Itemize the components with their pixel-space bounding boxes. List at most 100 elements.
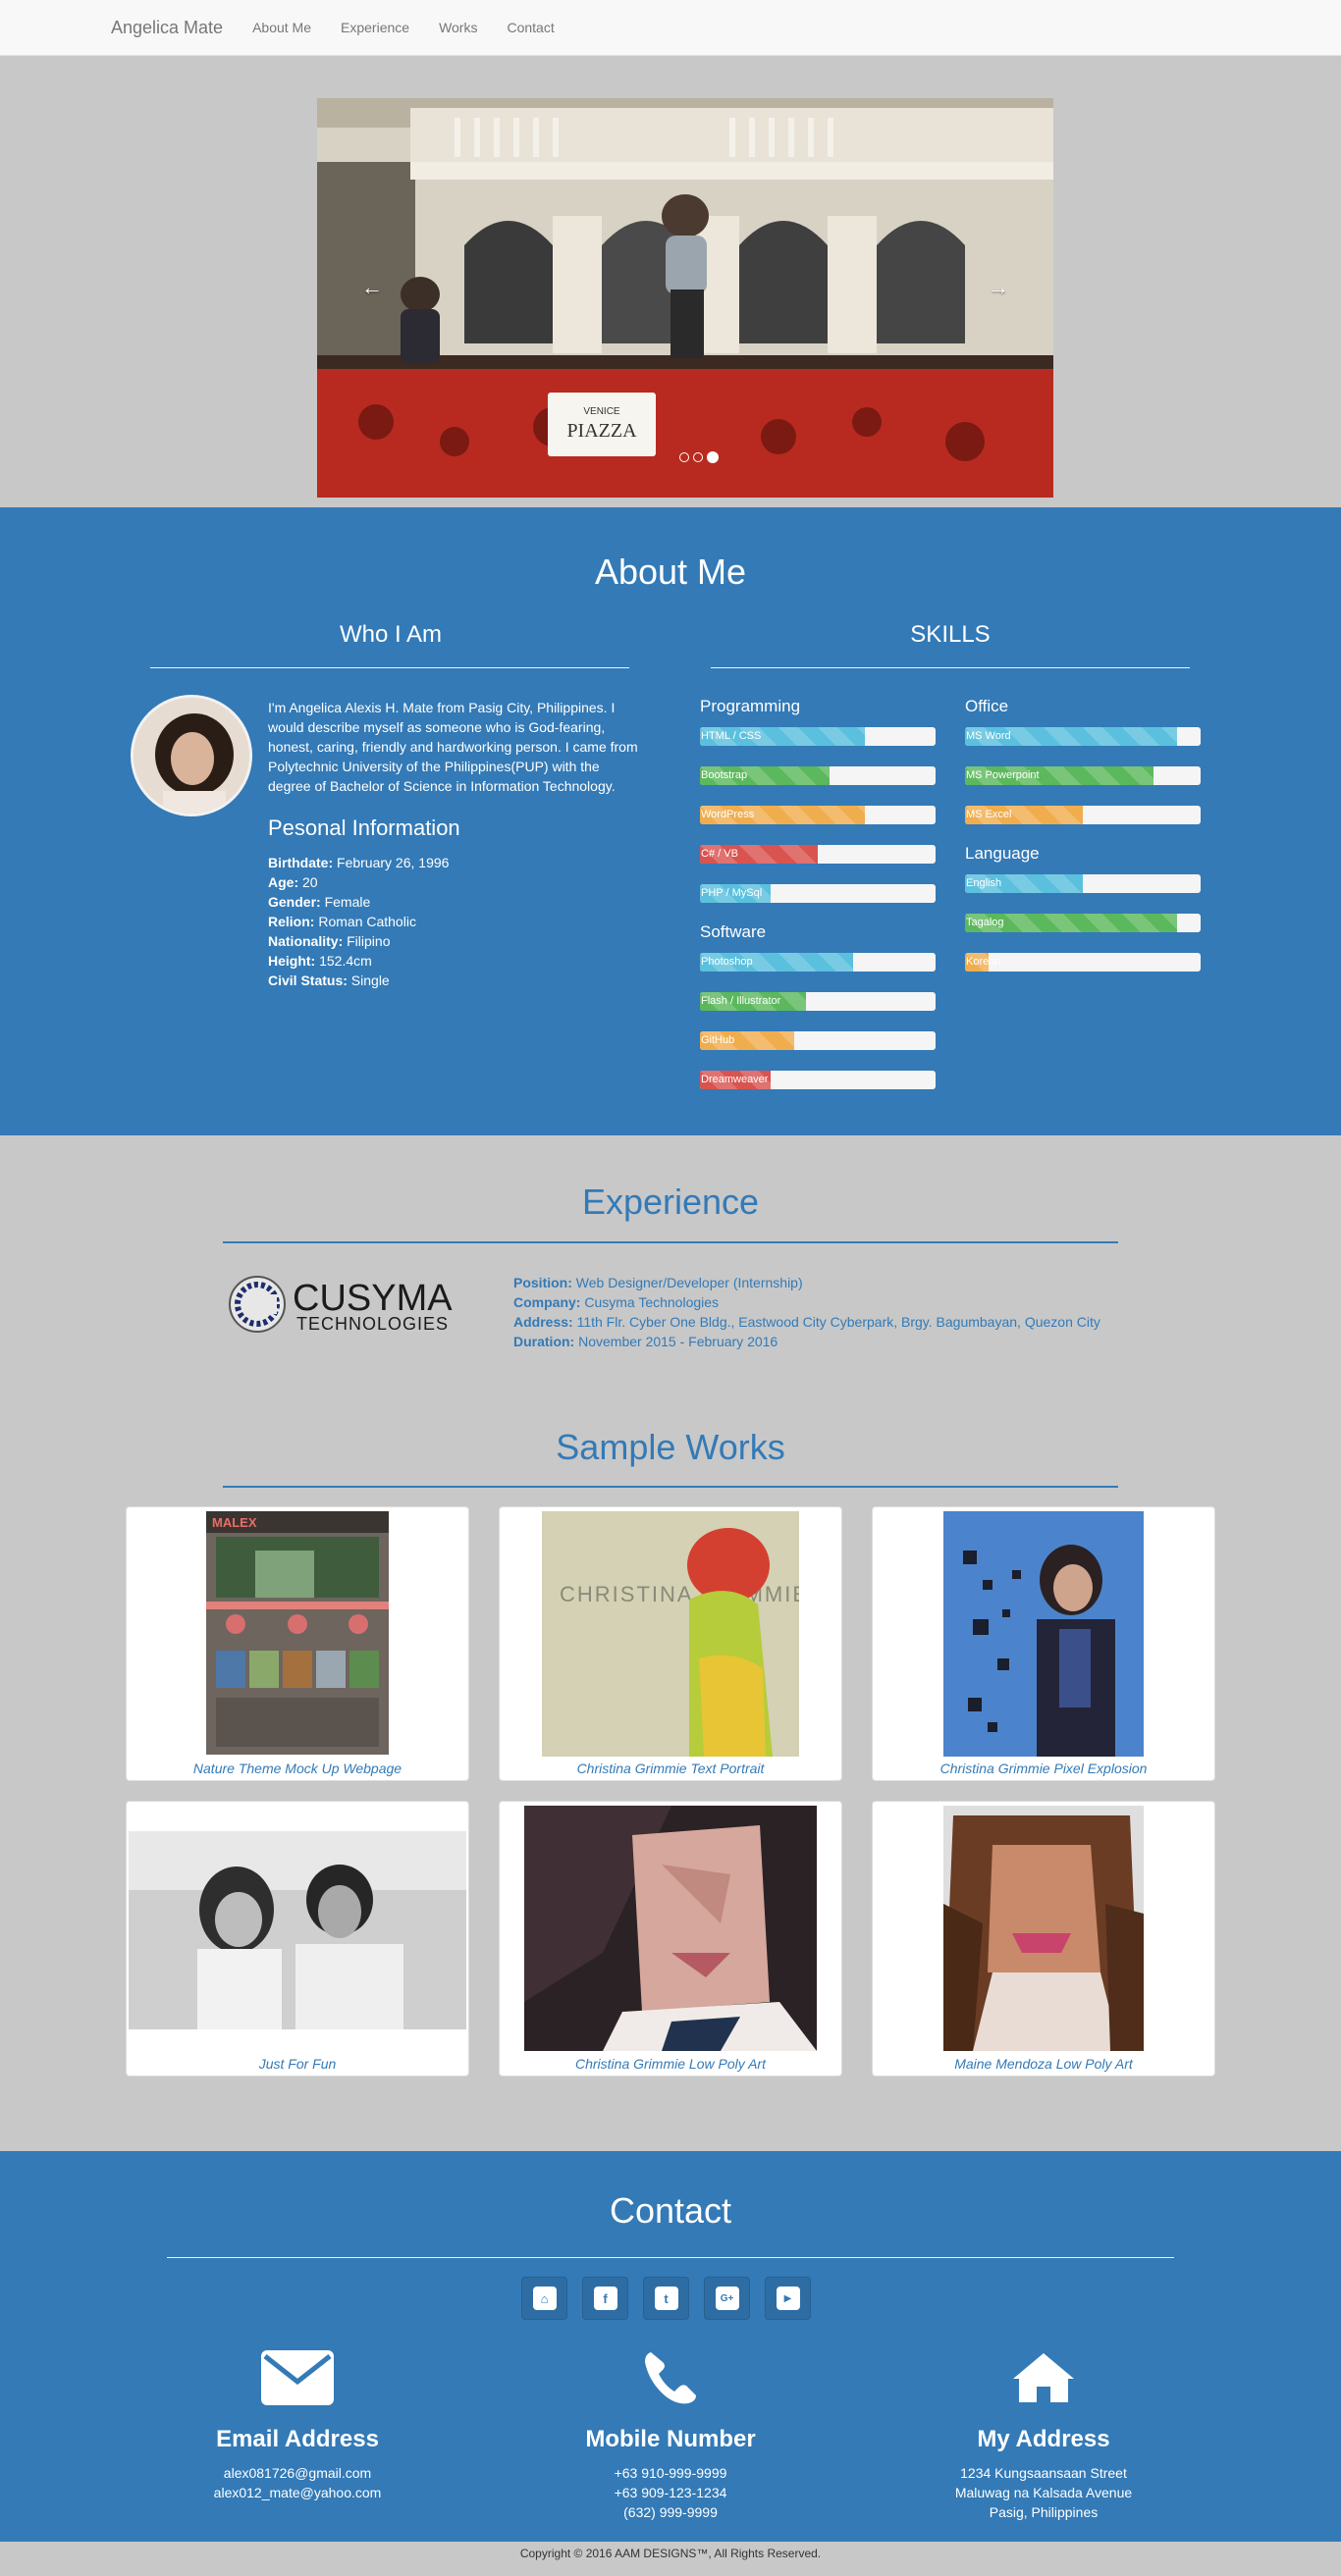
phone-block: Mobile Number +63 910-999-9999 +63 909-1… [523, 2343, 818, 2522]
email-line[interactable]: alex012_mate@yahoo.com [150, 2483, 445, 2502]
bio-text: I'm Angelica Alexis H. Mate from Pasig C… [268, 700, 638, 794]
avatar [131, 695, 252, 816]
carousel: VENICE PIAZZA ← → [317, 98, 1053, 498]
work-card[interactable]: Christina Grimmie Low Poly Art [499, 1801, 842, 2077]
logo-subtext: TECHNOLOGIES [296, 1314, 449, 1334]
carousel-photo: VENICE PIAZZA [317, 98, 1053, 498]
personal-info-title: Pesonal Information [268, 815, 460, 840]
divider [167, 2257, 1174, 2258]
about-title: About Me [594, 552, 747, 592]
work-caption[interactable]: Christina Grimmie Pixel Explosion [873, 1761, 1214, 1776]
divider [150, 667, 629, 668]
skill-bar: PHP / MySql [700, 884, 936, 903]
experience-title: Experience [581, 1182, 760, 1222]
cusyma-logo: CUSYMA TECHNOLOGIES [228, 1273, 503, 1336]
skills-title: SKILLS [910, 621, 991, 648]
skill-bar: WordPress [700, 806, 936, 824]
skill-bar: HTML / CSS [700, 727, 936, 746]
work-card[interactable]: Maine Mendoza Low Poly Art [872, 1801, 1215, 2077]
skill-fill: PHP / MySql [700, 884, 771, 903]
nav-experience[interactable]: Experience [341, 20, 409, 35]
navbar: Angelica Mate About Me Experience Works … [0, 0, 1341, 56]
skill-bar: Dreamweaver [700, 1071, 936, 1089]
carousel-section: VENICE PIAZZA ← → [0, 56, 1341, 507]
phone-line[interactable]: +63 910-999-9999 [523, 2463, 818, 2483]
skill-fill: WordPress [700, 806, 865, 824]
brand-link[interactable]: Angelica Mate [111, 18, 223, 38]
work-caption[interactable]: Christina Grimmie Text Portrait [500, 1761, 841, 1776]
work-caption[interactable]: Just For Fun [127, 2056, 468, 2072]
work-card[interactable]: CHRISTINA GRIMMIE Christina Grimmie Text… [499, 1506, 842, 1781]
info-gender: Gender: Female [268, 894, 371, 910]
phone-title: Mobile Number [585, 2426, 756, 2452]
skill-fill: Tagalog [965, 914, 1177, 932]
work-thumbnail[interactable] [129, 1831, 466, 2029]
personal-info-list: Birthdate: February 26, 1996 Age: 20 Gen… [268, 853, 449, 990]
skill-fill: Korean [965, 953, 1000, 972]
info-religion: Relion: Roman Catholic [268, 914, 416, 929]
info-civil-status: Civil Status: Single [268, 973, 390, 988]
indicator-dot-active[interactable] [707, 451, 719, 463]
footer: Copyright © 2016 AAM DESIGNS™, All Right… [0, 2542, 1341, 2576]
home-icon [896, 2343, 1191, 2412]
skill-bar: Korean [965, 953, 1201, 972]
works-title: Sample Works [556, 1427, 785, 1467]
info-nationality: Nationality: Filipino [268, 933, 391, 949]
address-line: 1234 Kungsaansaan Street [960, 2465, 1127, 2481]
work-card[interactable]: MALEX Nature Theme Mock Up Webpage [126, 1506, 469, 1781]
youtube-icon[interactable]: ▶ [765, 2277, 811, 2320]
skill-bar: C# / VB [700, 845, 936, 864]
facebook-icon[interactable]: f [582, 2277, 628, 2320]
skill-fill: MS Excel [965, 806, 1083, 824]
address-block: My Address 1234 Kungsaansaan Street Malu… [896, 2343, 1191, 2522]
github-icon[interactable]: ⌂ [521, 2277, 567, 2320]
work-thumbnail[interactable] [943, 1806, 1144, 2051]
skill-fill: C# / VB [700, 845, 818, 864]
skill-bar: Flash / Illustrator [700, 992, 936, 1011]
google-plus-icon[interactable]: G+ [704, 2277, 750, 2320]
divider [223, 1241, 1118, 1243]
skill-fill: MS Powerpoint [965, 766, 1153, 785]
nav-about[interactable]: About Me [252, 20, 311, 35]
skill-group-title: Language [965, 844, 1040, 863]
address-title: My Address [977, 2426, 1110, 2452]
skill-group-title: Programming [700, 697, 801, 715]
skill-fill: HTML / CSS [700, 727, 865, 746]
info-height: Height: 152.4cm [268, 953, 372, 969]
work-caption[interactable]: Nature Theme Mock Up Webpage [127, 1761, 468, 1776]
work-thumbnail[interactable] [524, 1806, 817, 2051]
thumb-title: MALEX [212, 1515, 257, 1530]
work-caption[interactable]: Maine Mendoza Low Poly Art [873, 2056, 1214, 2072]
copyright-text: Copyright © 2016 AAM DESIGNS™, All Right… [519, 2547, 822, 2560]
work-card[interactable]: Christina Grimmie Pixel Explosion [872, 1506, 1215, 1781]
skill-fill: Photoshop [700, 953, 853, 972]
indicator-dot[interactable] [679, 452, 689, 462]
phone-icon [523, 2343, 818, 2412]
logo-text: CUSYMA [293, 1278, 453, 1319]
divider [223, 1486, 1118, 1488]
work-thumbnail[interactable]: MALEX [206, 1511, 389, 1755]
phone-line[interactable]: (632) 999-9999 [523, 2502, 818, 2522]
chevron-right-icon[interactable]: → [988, 275, 1009, 300]
experience-details: Position: Web Designer/Developer (Intern… [513, 1275, 1100, 1349]
skill-bar: Bootstrap [700, 766, 936, 785]
phone-line[interactable]: +63 909-123-1234 [523, 2483, 818, 2502]
contact-title: Contact [609, 2190, 732, 2231]
nav-contact[interactable]: Contact [507, 20, 554, 35]
work-thumbnail[interactable] [943, 1511, 1144, 1757]
address-line: Pasig, Philippines [989, 2504, 1099, 2520]
chevron-left-icon[interactable]: ← [361, 275, 383, 300]
skill-bar: MS Excel [965, 806, 1201, 824]
work-thumbnail[interactable]: CHRISTINA GRIMMIE [542, 1511, 799, 1757]
skill-bar: GitHub [700, 1031, 936, 1050]
email-line[interactable]: alex081726@gmail.com [150, 2463, 445, 2483]
email-title: Email Address [216, 2426, 379, 2452]
twitter-icon[interactable]: t [643, 2277, 689, 2320]
nav-works[interactable]: Works [439, 20, 477, 35]
experience-section: Experience CUSYMA TECHNOLOGIES Position:… [0, 1135, 1341, 1390]
skill-group-title: Office [965, 697, 1009, 715]
work-card[interactable]: Just For Fun [126, 1801, 469, 2077]
email-block: Email Address alex081726@gmail.com alex0… [150, 2343, 445, 2502]
work-caption[interactable]: Christina Grimmie Low Poly Art [500, 2056, 841, 2072]
indicator-dot[interactable] [693, 452, 703, 462]
